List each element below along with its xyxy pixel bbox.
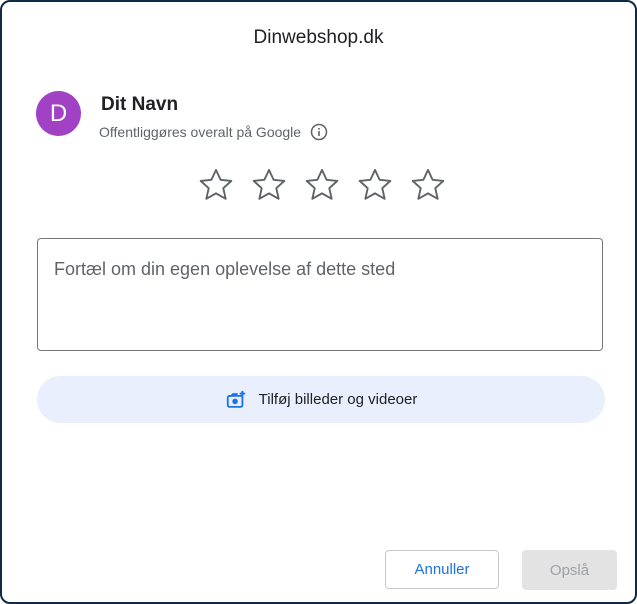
post-button[interactable]: Opslå bbox=[522, 550, 617, 590]
add-media-button[interactable]: Tilføj billeder og videoer bbox=[37, 376, 605, 423]
dialog-title: Dinwebshop.dk bbox=[253, 27, 384, 48]
avatar: D bbox=[36, 91, 81, 136]
review-text-input[interactable] bbox=[37, 238, 603, 351]
info-icon[interactable] bbox=[310, 123, 328, 141]
add-media-label: Tilføj billeder og videoer bbox=[258, 391, 418, 408]
star-4-icon[interactable] bbox=[356, 166, 394, 204]
cancel-button[interactable]: Annuller bbox=[385, 550, 499, 589]
add-photo-icon bbox=[225, 389, 247, 411]
star-rating bbox=[197, 166, 447, 204]
visibility-note-text: Offentliggøres overalt på Google bbox=[99, 124, 302, 140]
user-name: Dit Navn bbox=[101, 94, 179, 115]
avatar-initial: D bbox=[49, 99, 68, 127]
review-dialog: Dinwebshop.dk D Dit Navn Offentliggøres … bbox=[0, 0, 637, 604]
star-2-icon[interactable] bbox=[250, 166, 288, 204]
star-5-icon[interactable] bbox=[409, 166, 447, 204]
star-1-icon[interactable] bbox=[197, 166, 235, 204]
visibility-note: Offentliggøres overalt på Google bbox=[99, 123, 328, 141]
star-3-icon[interactable] bbox=[303, 166, 341, 204]
